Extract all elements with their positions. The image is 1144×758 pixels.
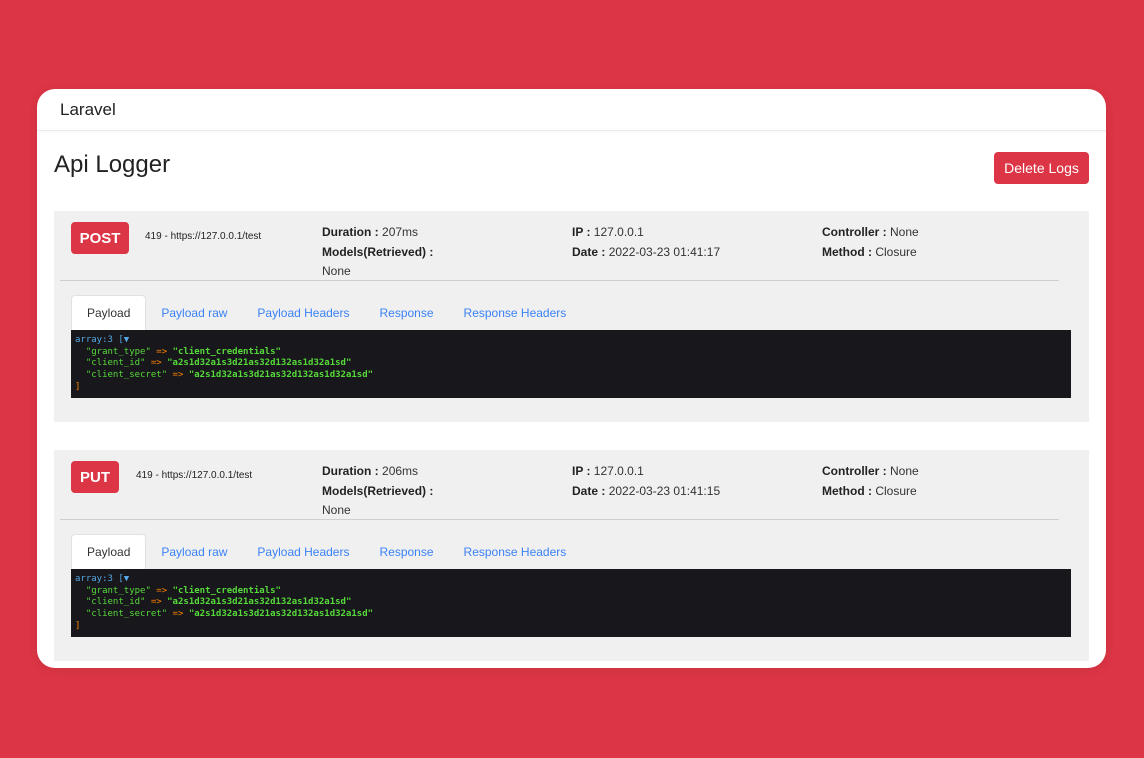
log-tabs: Payload Payload raw Payload Headers Resp… — [71, 534, 581, 569]
method-value: Closure — [875, 483, 917, 498]
delete-logs-button[interactable]: Delete Logs — [994, 152, 1089, 184]
dump-close: ] — [75, 381, 81, 392]
page-title: Api Logger — [54, 151, 171, 178]
http-method-badge: PUT — [71, 461, 119, 493]
dump-arrow: => — [150, 597, 162, 608]
dump-arrow: => — [156, 346, 168, 357]
ip-value: 127.0.0.1 — [593, 464, 644, 478]
controller-value: None — [890, 464, 919, 478]
dump-value: "client_credentials" — [172, 346, 281, 357]
date-value: 2022-03-23 01:41:15 — [608, 483, 721, 498]
navbar-brand[interactable]: Laravel — [60, 100, 116, 120]
dump-value: "client_credentials" — [172, 585, 281, 596]
tab-payload-raw[interactable]: Payload raw — [146, 295, 242, 330]
controller-label: Controller : — [822, 464, 887, 478]
dump-toggle[interactable]: [▼ — [118, 335, 129, 345]
status-url: 419 - https://127.0.0.1/test — [145, 231, 262, 242]
tab-response-headers[interactable]: Response Headers — [449, 534, 582, 569]
dump-value: "a2s1d32a1s3d21as32d132as1d32a1sd" — [167, 358, 352, 369]
duration-value: 206ms — [382, 464, 419, 478]
duration-label: Duration : — [322, 464, 379, 478]
tab-payload[interactable]: Payload — [71, 295, 147, 330]
dump-arrow: => — [156, 585, 168, 596]
log-entry-header: POST 419 - https://127.0.0.1/test Durati… — [54, 211, 1089, 281]
ip-label: IP : — [572, 225, 591, 239]
tab-response[interactable]: Response — [364, 295, 448, 330]
request-info-block: IP : 127.0.0.1 Date : 2022-03-23 01:41:1… — [572, 223, 720, 262]
divider — [60, 280, 1059, 281]
ip-value: 127.0.0.1 — [593, 225, 644, 239]
dump-arrow: => — [150, 358, 162, 369]
payload-dump: array:3 [▼ "grant_type" => "client_crede… — [71, 330, 1071, 398]
controller-label: Controller : — [822, 225, 887, 239]
tab-payload-headers[interactable]: Payload Headers — [242, 295, 364, 330]
dump-value: "a2s1d32a1s3d21as32d132as1d32a1sd" — [188, 370, 374, 381]
dump-key: "client_secret" — [85, 370, 168, 381]
http-method-badge: POST — [71, 222, 129, 254]
log-entry: POST 419 - https://127.0.0.1/test Durati… — [54, 211, 1089, 422]
tab-payload-headers[interactable]: Payload Headers — [242, 534, 364, 569]
navbar: Laravel — [37, 89, 1106, 131]
dump-key: "client_secret" — [85, 609, 168, 620]
method-value: Closure — [875, 244, 917, 259]
models-value: None — [322, 503, 351, 517]
dump-type: array:3 — [75, 574, 113, 584]
controller-value: None — [890, 225, 919, 239]
method-label: Method : — [822, 244, 872, 259]
page-header: Api Logger Delete Logs — [37, 131, 1106, 191]
ip-label: IP : — [572, 464, 591, 478]
log-entry: PUT 419 - https://127.0.0.1/test Duratio… — [54, 450, 1089, 661]
models-value: None — [322, 264, 351, 278]
models-label: Models(Retrieved) : — [322, 244, 434, 259]
payload-dump: array:3 [▼ "grant_type" => "client_crede… — [71, 569, 1071, 637]
dump-key: "client_id" — [85, 597, 146, 608]
models-label: Models(Retrieved) : — [322, 483, 434, 498]
tab-payload-raw[interactable]: Payload raw — [146, 534, 242, 569]
tab-response[interactable]: Response — [364, 534, 448, 569]
tab-payload[interactable]: Payload — [71, 534, 147, 569]
dump-key: "grant_type" — [85, 346, 151, 357]
log-tabs: Payload Payload raw Payload Headers Resp… — [71, 295, 581, 330]
dump-arrow: => — [172, 609, 184, 620]
date-label: Date : — [572, 244, 606, 259]
duration-block: Duration : 207ms Models(Retrieved) : Non… — [322, 223, 433, 282]
divider — [60, 519, 1059, 520]
dump-toggle[interactable]: [▼ — [118, 574, 129, 584]
app-window: Laravel Api Logger Delete Logs POST 419 … — [37, 89, 1106, 668]
duration-block: Duration : 206ms Models(Retrieved) : Non… — [322, 462, 433, 521]
dump-key: "client_id" — [85, 358, 146, 369]
duration-label: Duration : — [322, 225, 379, 239]
dump-key: "grant_type" — [85, 585, 151, 596]
date-value: 2022-03-23 01:41:17 — [608, 244, 721, 259]
dump-value: "a2s1d32a1s3d21as32d132as1d32a1sd" — [167, 597, 352, 608]
dump-value: "a2s1d32a1s3d21as32d132as1d32a1sd" — [188, 609, 374, 620]
status-url: 419 - https://127.0.0.1/test — [136, 470, 253, 481]
method-label: Method : — [822, 483, 872, 498]
tab-response-headers[interactable]: Response Headers — [449, 295, 582, 330]
log-entry-header: PUT 419 - https://127.0.0.1/test Duratio… — [54, 450, 1089, 520]
dump-close: ] — [75, 620, 81, 631]
dump-arrow: => — [172, 370, 184, 381]
route-info-block: Controller : None Method : Closure — [822, 223, 919, 262]
dump-type: array:3 — [75, 335, 113, 345]
duration-value: 207ms — [382, 225, 419, 239]
date-label: Date : — [572, 483, 606, 498]
route-info-block: Controller : None Method : Closure — [822, 462, 919, 501]
request-info-block: IP : 127.0.0.1 Date : 2022-03-23 01:41:1… — [572, 462, 720, 501]
